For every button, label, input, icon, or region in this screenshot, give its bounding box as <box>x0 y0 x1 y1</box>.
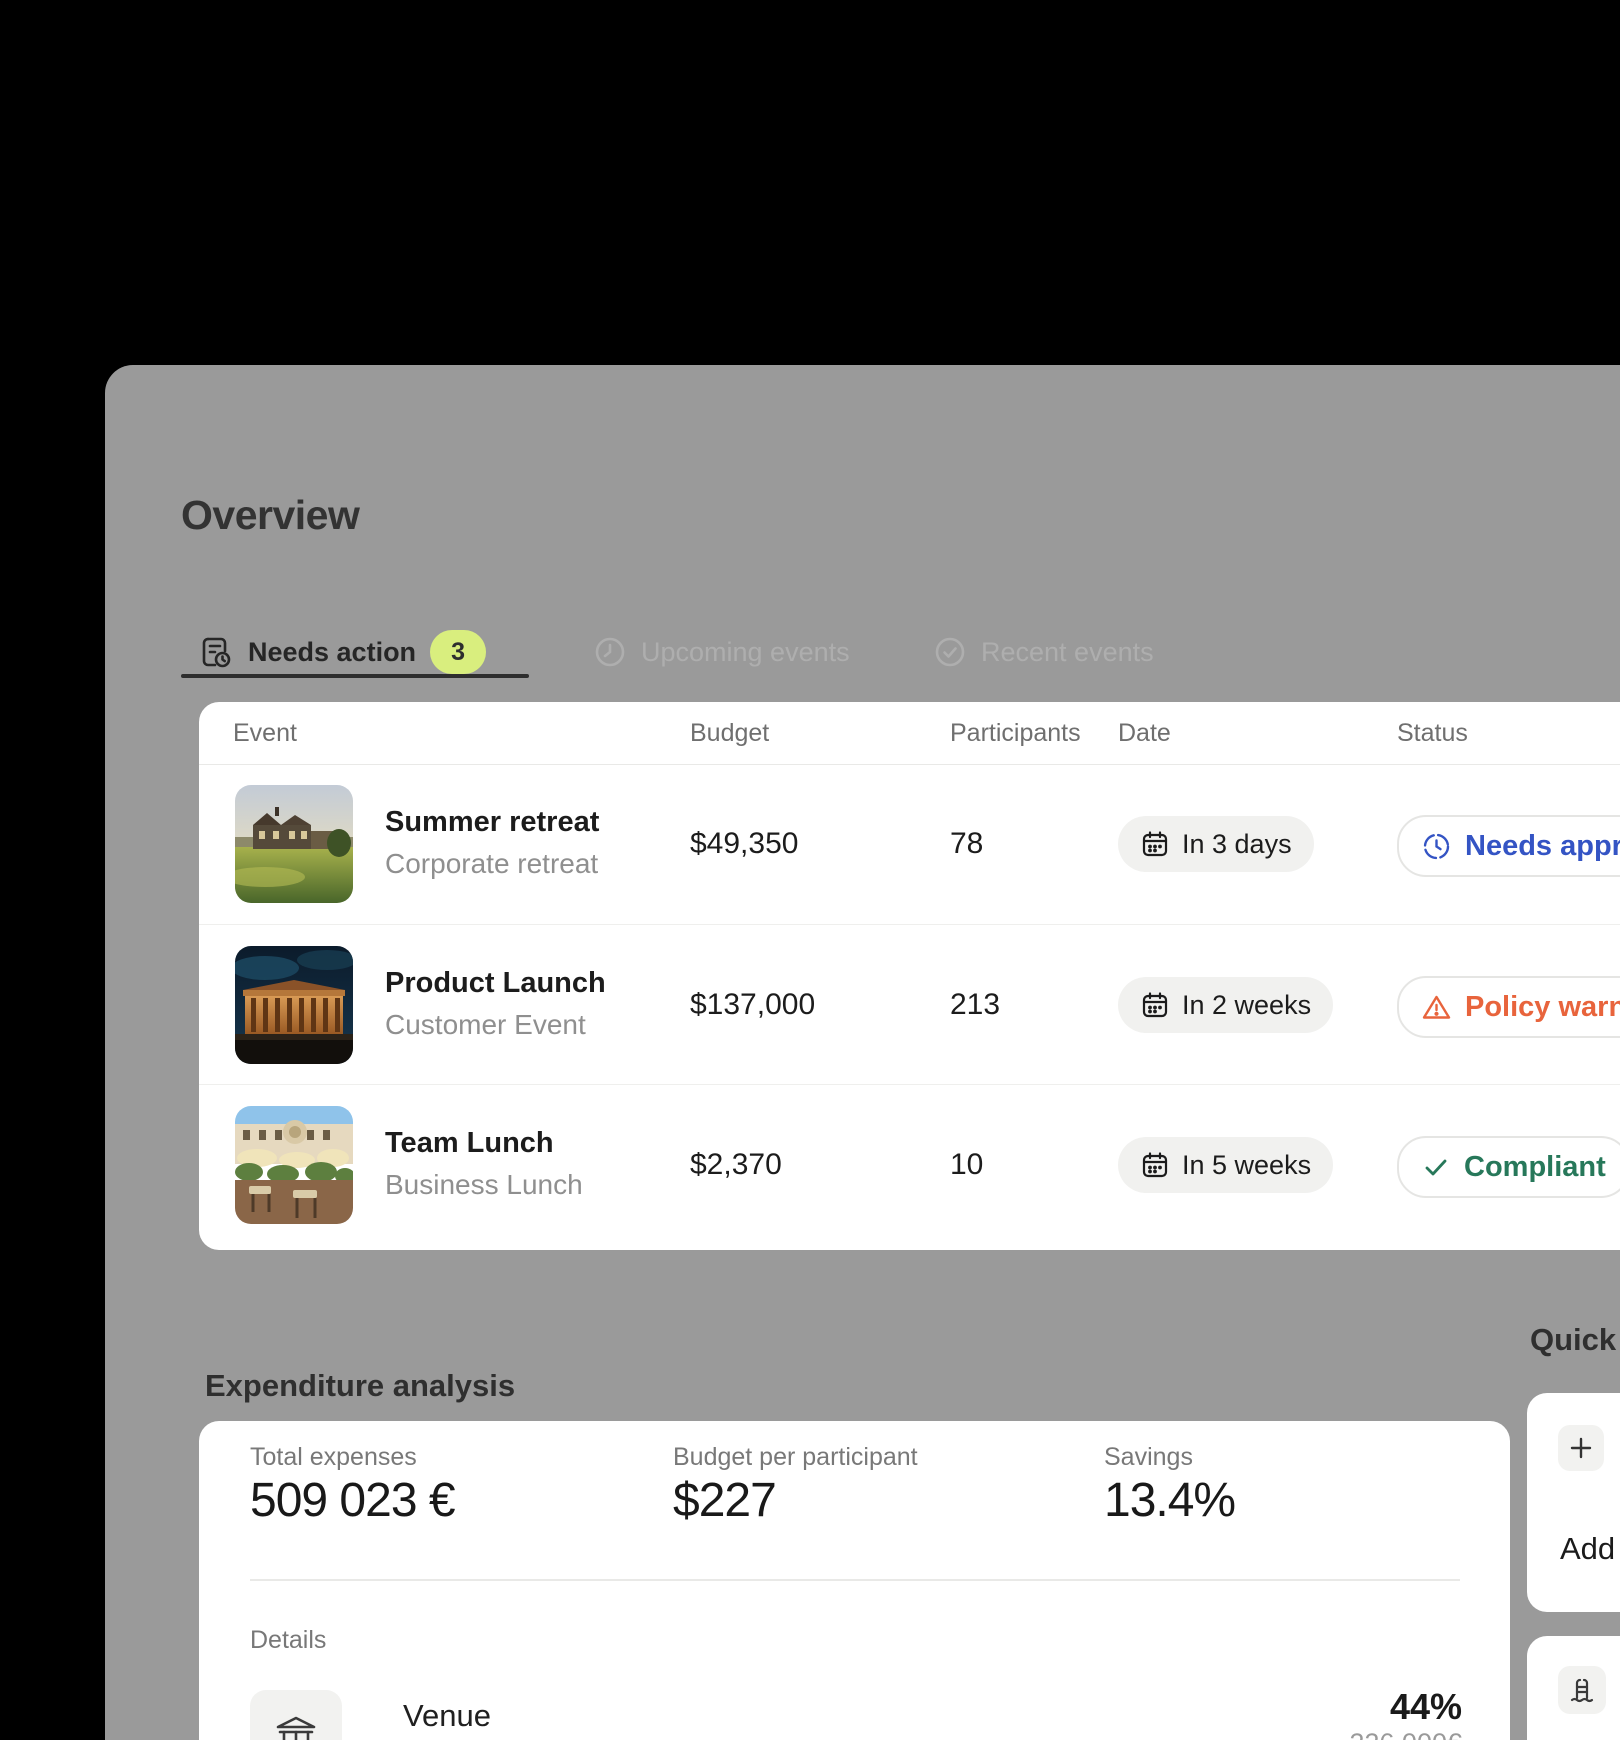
quick-action-pool-card[interactable] <box>1527 1636 1620 1740</box>
status-badge-needs-approval: Needs approval <box>1397 815 1620 877</box>
calendar-icon <box>1140 990 1170 1020</box>
date-chip: In 2 weeks <box>1118 977 1333 1033</box>
venue-icon-tile <box>250 1690 342 1740</box>
plus-icon <box>1568 1435 1594 1461</box>
event-participants: 10 <box>950 1148 983 1182</box>
table-row-team-lunch[interactable]: Team Lunch Business Lunch $2,370 10 In 5… <box>199 1084 1620 1245</box>
plus-icon-tile <box>1558 1425 1604 1471</box>
event-name: Product Launch <box>385 967 606 1000</box>
details-label: Details <box>250 1626 326 1655</box>
status-label: Compliant <box>1464 1151 1606 1184</box>
event-budget: $2,370 <box>690 1148 782 1182</box>
status-label: Needs approval <box>1465 830 1620 863</box>
event-name: Team Lunch <box>385 1127 554 1160</box>
stat-label-budget-per-participant: Budget per participant <box>673 1443 918 1472</box>
tab-upcoming-events[interactable]: Upcoming events <box>593 628 850 676</box>
file-clock-icon <box>198 634 234 670</box>
stat-value-budget-per-participant: $227 <box>673 1473 776 1528</box>
pool-icon-tile <box>1558 1666 1606 1714</box>
tab-count-badge: 3 <box>430 630 486 674</box>
date-label: In 5 weeks <box>1182 1150 1311 1181</box>
event-thumbnail <box>235 946 353 1064</box>
pool-ladder-icon <box>1568 1676 1596 1704</box>
event-category: Business Lunch <box>385 1169 583 1201</box>
stat-label-savings: Savings <box>1104 1443 1193 1472</box>
quick-actions-title: Quick <box>1530 1322 1616 1358</box>
stat-value-total-expenses: 509 023 € <box>250 1473 455 1528</box>
detail-name: Venue <box>403 1698 491 1734</box>
date-label: In 2 weeks <box>1182 990 1311 1021</box>
check-circle-icon <box>933 635 967 669</box>
expenditure-card: Total expenses Budget per participant Sa… <box>199 1421 1510 1740</box>
detail-amount: 226 000€ <box>1199 1728 1462 1740</box>
page-title: Overview <box>181 492 359 539</box>
event-budget: $137,000 <box>690 988 815 1022</box>
history-icon <box>593 635 627 669</box>
warning-triangle-icon <box>1421 992 1452 1023</box>
table-row-summer-retreat[interactable]: Summer retreat Corporate retreat $49,350… <box>199 764 1620 924</box>
event-category: Corporate retreat <box>385 848 598 880</box>
add-button-label: Add <box>1560 1531 1615 1567</box>
quick-action-add-card[interactable]: Add <box>1527 1393 1620 1612</box>
calendar-icon <box>1140 1150 1170 1180</box>
date-chip: In 5 weeks <box>1118 1137 1333 1193</box>
expenditure-title: Expenditure analysis <box>205 1368 515 1404</box>
table-header: Event Budget Participants Date Status <box>199 702 1620 765</box>
detail-percent: 44% <box>1199 1686 1462 1728</box>
event-thumbnail <box>235 785 353 903</box>
tab-recent-events[interactable]: Recent events <box>933 628 1154 676</box>
tab-label: Upcoming events <box>641 637 850 668</box>
building-columns-icon <box>274 1714 318 1740</box>
divider <box>250 1579 1460 1581</box>
status-label: Policy warning <box>1465 991 1620 1024</box>
event-name: Summer retreat <box>385 806 599 839</box>
date-chip: In 3 days <box>1118 816 1314 872</box>
col-budget: Budget <box>690 702 769 764</box>
event-category: Customer Event <box>385 1009 586 1041</box>
stat-label-total-expenses: Total expenses <box>250 1443 417 1472</box>
stat-value-savings: 13.4% <box>1104 1473 1235 1528</box>
col-participants: Participants <box>950 702 1081 764</box>
col-status: Status <box>1397 702 1468 764</box>
table-row-product-launch[interactable]: Product Launch Customer Event $137,000 2… <box>199 924 1620 1085</box>
events-table: Event Budget Participants Date Status <box>199 702 1620 1250</box>
calendar-icon <box>1140 829 1170 859</box>
date-label: In 3 days <box>1182 829 1292 860</box>
active-tab-underline <box>181 674 529 678</box>
tab-needs-action[interactable]: Needs action 3 <box>198 628 486 676</box>
col-event: Event <box>233 702 297 764</box>
event-budget: $49,350 <box>690 827 798 861</box>
status-badge-policy-warning: Policy warning <box>1397 976 1620 1038</box>
tab-label: Recent events <box>981 637 1154 668</box>
detail-row-venue[interactable]: Venue 44% 226 000€ <box>199 1676 1510 1740</box>
clock-icon <box>1421 831 1452 862</box>
event-thumbnail <box>235 1106 353 1224</box>
event-participants: 213 <box>950 988 1000 1022</box>
col-date: Date <box>1118 702 1171 764</box>
event-participants: 78 <box>950 827 983 861</box>
tab-label: Needs action <box>248 637 416 668</box>
check-icon <box>1421 1152 1451 1182</box>
status-badge-compliant: Compliant <box>1397 1136 1620 1198</box>
screen: Overview Needs action 3 Upcoming events <box>0 0 1620 1740</box>
